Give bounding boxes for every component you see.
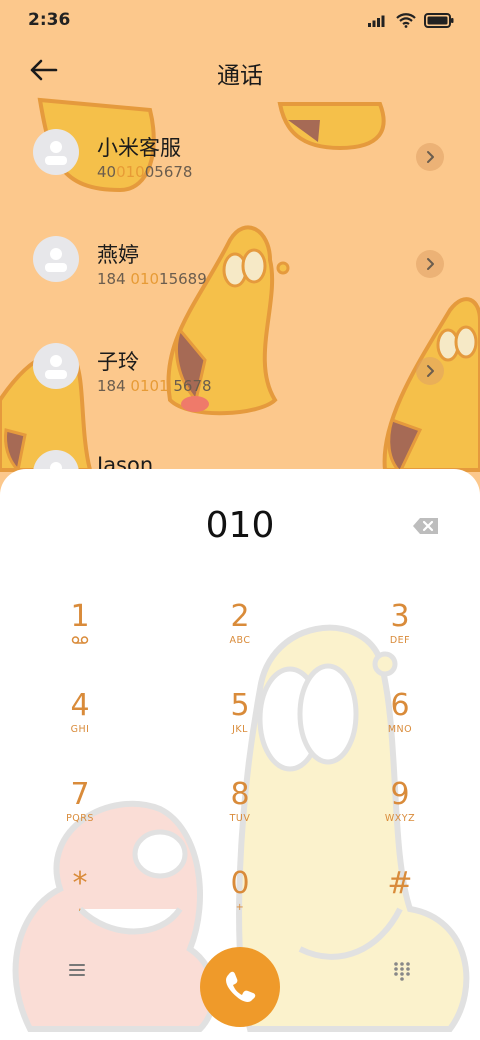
person-icon [45,248,67,272]
status-icons [368,11,454,29]
dialed-number: 010 [205,505,275,546]
signal-icon [368,15,385,27]
contact-detail-button[interactable] [416,357,444,385]
contact-number: 184 01015689 [97,270,207,288]
dialer-panel: 010 1 2 ABC 3 DEF 4 GHI 5 JKL 6 MNO 7 PQ… [0,469,480,1040]
status-time: 2:36 [28,10,71,30]
key-hash[interactable]: # [360,866,440,936]
contact-name: 小米客服 [97,136,181,160]
avatar [33,236,79,282]
contact-item[interactable]: 子玲 184 0101 5678 [0,314,480,414]
key-8[interactable]: 8 TUV [200,777,280,847]
key-6[interactable]: 6 MNO [360,688,440,758]
key-5[interactable]: 5 JKL [200,688,280,758]
dialpad-icon[interactable] [392,961,412,981]
phone-icon [226,971,256,1002]
contact-name: 燕婷 [97,243,139,267]
backspace-icon[interactable] [412,516,440,536]
key-2[interactable]: 2 ABC [200,599,280,669]
status-bar: 2:36 [0,0,480,40]
key-star[interactable]: * , [40,866,120,936]
person-icon [45,141,67,165]
voicemail-icon [71,636,89,644]
contact-detail-button[interactable] [416,143,444,171]
person-icon [45,355,67,379]
contact-item[interactable]: 燕婷 184 01015689 [0,207,480,307]
contact-number: 4001005678 [97,163,193,181]
contact-name: 子玲 [97,350,139,374]
key-9[interactable]: 9 WXYZ [360,777,440,847]
key-1[interactable]: 1 [40,599,120,669]
key-0[interactable]: 0 + [200,866,280,936]
page-title: 通话 [217,63,263,89]
avatar [33,129,79,175]
contact-item[interactable]: 小米客服 4001005678 [0,100,480,200]
contact-number: 184 0101 5678 [97,377,212,395]
contact-item[interactable]: Jason [0,421,480,472]
chevron-right-icon [427,151,434,163]
avatar [33,343,79,389]
key-7[interactable]: 7 PQRS [40,777,120,847]
key-4[interactable]: 4 GHI [40,688,120,758]
chevron-right-icon [427,365,434,377]
call-button[interactable] [200,947,280,1027]
key-3[interactable]: 3 DEF [360,599,440,669]
battery-icon [424,12,454,28]
contact-results-list: 小米客服 4001005678 燕婷 184 01015689 子玲 184 0… [0,100,480,472]
wifi-icon [396,12,416,28]
header: 通话 [0,44,480,96]
menu-icon[interactable] [64,959,90,981]
contact-detail-button[interactable] [416,250,444,278]
chevron-right-icon [427,258,434,270]
